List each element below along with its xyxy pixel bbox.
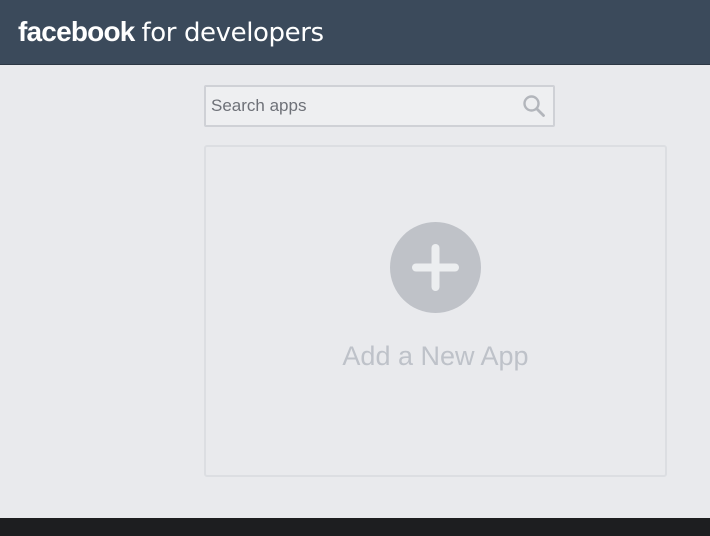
top-navigation-bar: facebook for developers (0, 0, 710, 65)
search-box (204, 85, 555, 127)
plus-circle-icon[interactable] (390, 222, 481, 313)
add-new-app-label[interactable]: Add a New App (206, 341, 665, 372)
bottom-bar (0, 518, 710, 536)
search-icon[interactable] (522, 94, 546, 118)
search-input[interactable] (211, 94, 511, 118)
facebook-for-developers-logo[interactable]: facebook for developers (18, 14, 324, 55)
add-new-app-card[interactable]: Add a New App (204, 145, 667, 477)
brand-tail: for developers (141, 18, 325, 48)
brand-word: facebook (18, 16, 135, 47)
